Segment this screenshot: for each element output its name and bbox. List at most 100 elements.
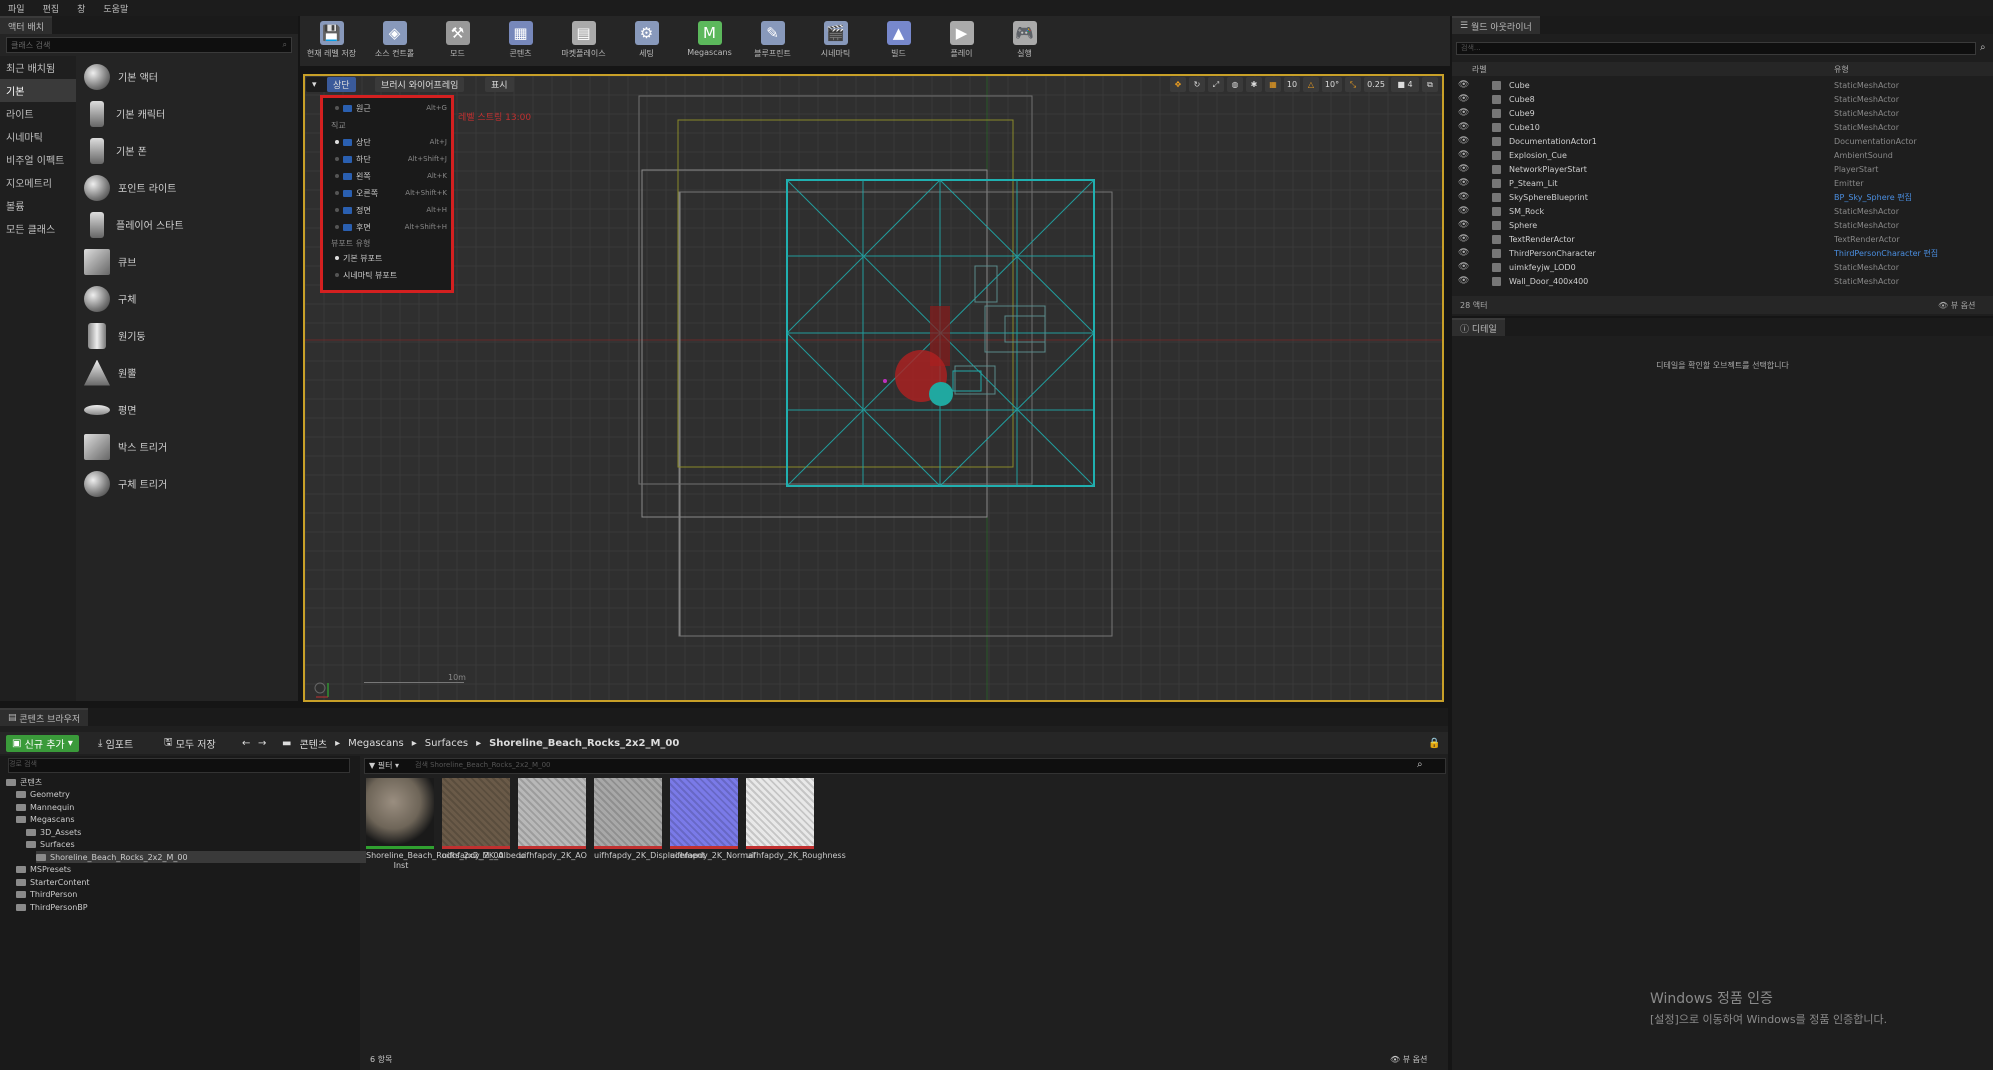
category-item[interactable]: 기본	[0, 79, 76, 102]
category-item[interactable]: 모든 클래스	[0, 217, 76, 240]
asset-search-input[interactable]: 검색 Shoreline_Beach_Rocks_2x2_M_00	[415, 760, 551, 770]
category-item[interactable]: 시네마틱	[0, 125, 76, 148]
asset-tile[interactable]: uifhfapdy_2K_Normal	[670, 778, 755, 861]
breadcrumb-item[interactable]: 콘텐츠	[299, 736, 327, 751]
actor-item[interactable]: 기본 액터	[78, 58, 296, 95]
menu-item-3[interactable]: 도움말	[103, 2, 128, 15]
visibility-eye-icon[interactable]: 👁	[1458, 276, 1470, 286]
actor-item[interactable]: 기본 폰	[78, 132, 296, 169]
view-type-button[interactable]: 상단	[327, 77, 356, 92]
dropdown-item[interactable]: 왼쪽 Alt+K	[323, 168, 451, 184]
actor-item[interactable]: 원뿔	[78, 354, 296, 391]
asset-tile[interactable]: Shoreline_Beach_Rocks_2x2_M_00 Inst	[366, 778, 504, 871]
outliner-row[interactable]: 👁 SM_Rock StaticMeshActor	[1452, 204, 1982, 218]
content-browser-tab[interactable]: ▤ 콘텐츠 브라우저	[0, 708, 89, 726]
level-viewport[interactable]	[303, 74, 1444, 702]
grid-snap-icon[interactable]: ▦	[1265, 77, 1281, 92]
visibility-eye-icon[interactable]: 👁	[1458, 108, 1470, 118]
forward-button[interactable]: →	[252, 735, 272, 752]
visibility-eye-icon[interactable]: 👁	[1458, 262, 1470, 272]
menu-item-2[interactable]: 창	[77, 2, 85, 15]
outliner-row[interactable]: 👁 TextRenderActor TextRenderActor	[1452, 232, 1982, 246]
visibility-eye-icon[interactable]: 👁	[1458, 164, 1470, 174]
scale-snap-icon[interactable]: ⤡	[1345, 77, 1361, 92]
view-options-button[interactable]: 👁 뷰 옵션	[1938, 300, 1975, 311]
place-actors-tab[interactable]: 액터 배치	[0, 16, 52, 34]
lock-icon[interactable]: 🔒	[1422, 735, 1446, 752]
outliner-row[interactable]: 👁 Cube9 StaticMeshActor	[1452, 106, 1982, 120]
visibility-eye-icon[interactable]: 👁	[1458, 150, 1470, 160]
toolbar-button-8[interactable]: 🎬 시네마틱	[804, 16, 867, 66]
asset-tile[interactable]: uifhfapdy_2K_Roughness	[746, 778, 846, 861]
dropdown-item[interactable]: 하단 Alt+Shift+J	[323, 151, 451, 167]
filter-button[interactable]: ▼ 필터 ▾	[369, 760, 399, 771]
toolbar-button-7[interactable]: ✎ 블루프린트	[741, 16, 804, 66]
visibility-eye-icon[interactable]: 👁	[1458, 206, 1470, 216]
dropdown-item[interactable]: 기본 뷰포트	[323, 250, 451, 266]
menu-item-1[interactable]: 편집	[43, 2, 60, 15]
breadcrumb-item[interactable]: Megascans	[348, 738, 404, 749]
folder-tree-item[interactable]: ThirdPerson	[16, 889, 77, 901]
type-column-header[interactable]: 유형	[1834, 64, 1849, 75]
toolbar-button-2[interactable]: ⚒ 모드	[426, 16, 489, 66]
folder-tree-item[interactable]: Shoreline_Beach_Rocks_2x2_M_00	[36, 851, 366, 863]
folder-tree-item[interactable]: MSPresets	[16, 864, 71, 876]
visibility-eye-icon[interactable]: 👁	[1458, 94, 1470, 104]
dropdown-item[interactable]: 원근 Alt+G	[323, 100, 451, 116]
actor-item[interactable]: 포인트 라이트	[78, 169, 296, 206]
folder-tree-item[interactable]: 콘텐츠	[6, 776, 42, 788]
folder-tree-item[interactable]: Geometry	[16, 789, 70, 801]
toolbar-button-1[interactable]: ◈ 소스 컨트롤	[363, 16, 426, 66]
actor-item[interactable]: 박스 트리거	[78, 428, 296, 465]
asset-tile[interactable]: uifhfapdy_2K_Displacement	[594, 778, 705, 861]
toolbar-button-3[interactable]: ▦ 콘텐츠	[489, 16, 552, 66]
dropdown-item[interactable]: 정면 Alt+H	[323, 202, 451, 218]
world-local-icon[interactable]: ◍	[1227, 77, 1243, 92]
toolbar-button-5[interactable]: ⚙ 세팅	[615, 16, 678, 66]
visibility-eye-icon[interactable]: 👁	[1458, 136, 1470, 146]
translate-icon[interactable]: ✥	[1170, 77, 1186, 92]
folder-tree-item[interactable]: ThirdPersonBP	[16, 901, 88, 913]
grid-snap-value[interactable]: 10	[1284, 77, 1300, 92]
actor-type[interactable]: ThirdPersonCharacter 편집	[1834, 248, 1938, 259]
world-outliner-tab[interactable]: ☰ 월드 아웃라이너	[1452, 16, 1540, 34]
save-all-button[interactable]: 🖫 모두 저장	[158, 735, 222, 752]
category-item[interactable]: 지오메트리	[0, 171, 76, 194]
toolbar-button-0[interactable]: 💾 현재 레벨 저장	[300, 16, 363, 66]
breadcrumb-item[interactable]: Surfaces	[425, 738, 468, 749]
actor-item[interactable]: 평면	[78, 391, 296, 428]
viewport-options-button[interactable]: ▾	[306, 77, 328, 92]
actor-item[interactable]: 원기둥	[78, 317, 296, 354]
toolbar-button-4[interactable]: ▤ 마켓플레이스	[552, 16, 615, 66]
folder-tree-item[interactable]: 3D_Assets	[26, 826, 81, 838]
scale-icon[interactable]: ⤢	[1208, 77, 1224, 92]
folder-tree-item[interactable]: StarterContent	[16, 876, 90, 888]
actor-item[interactable]: 구체	[78, 280, 296, 317]
outliner-row[interactable]: 👁 Cube10 StaticMeshActor	[1452, 120, 1982, 134]
actor-item[interactable]: 구체 트리거	[78, 465, 296, 502]
asset-tile[interactable]: uifhfapdy_2K_Albedo	[442, 778, 526, 861]
surface-snap-icon[interactable]: ✱	[1246, 77, 1262, 92]
toolbar-button-11[interactable]: 🎮 실행	[993, 16, 1056, 66]
actor-item[interactable]: 큐브	[78, 243, 296, 280]
visibility-eye-icon[interactable]: 👁	[1458, 178, 1470, 188]
breadcrumb-item[interactable]: Shoreline_Beach_Rocks_2x2_M_00	[489, 738, 679, 749]
outliner-row[interactable]: 👁 uimkfeyjw_LOD0 StaticMeshActor	[1452, 260, 1982, 274]
visibility-eye-icon[interactable]: 👁	[1458, 248, 1470, 258]
category-item[interactable]: 라이트	[0, 102, 76, 125]
rotation-snap-value[interactable]: 10°	[1322, 77, 1342, 92]
dropdown-item[interactable]: 시네마틱 뷰포트	[323, 267, 451, 283]
outliner-row[interactable]: 👁 P_Steam_Lit Emitter	[1452, 176, 1982, 190]
dropdown-item[interactable]: 후면 Alt+Shift+H	[323, 219, 451, 235]
category-item[interactable]: 볼륨	[0, 194, 76, 217]
outliner-row[interactable]: 👁 ThirdPersonCharacter ThirdPersonCharacte…	[1452, 246, 1982, 260]
view-mode-button[interactable]: 브러시 와이어프레임	[375, 77, 465, 92]
dropdown-item[interactable]: 상단 Alt+J	[323, 134, 451, 150]
path-search-input[interactable]: 경로 검색	[8, 758, 350, 773]
rotation-snap-icon[interactable]: △	[1303, 77, 1319, 92]
visibility-eye-icon[interactable]: 👁	[1458, 192, 1470, 202]
details-tab[interactable]: ⓘ 디테일	[1452, 318, 1505, 336]
outliner-row[interactable]: 👁 Sphere StaticMeshActor	[1452, 218, 1982, 232]
maximize-viewport-icon[interactable]: ⧉	[1422, 77, 1438, 92]
import-button[interactable]: ⤓ 임포트	[92, 735, 139, 752]
